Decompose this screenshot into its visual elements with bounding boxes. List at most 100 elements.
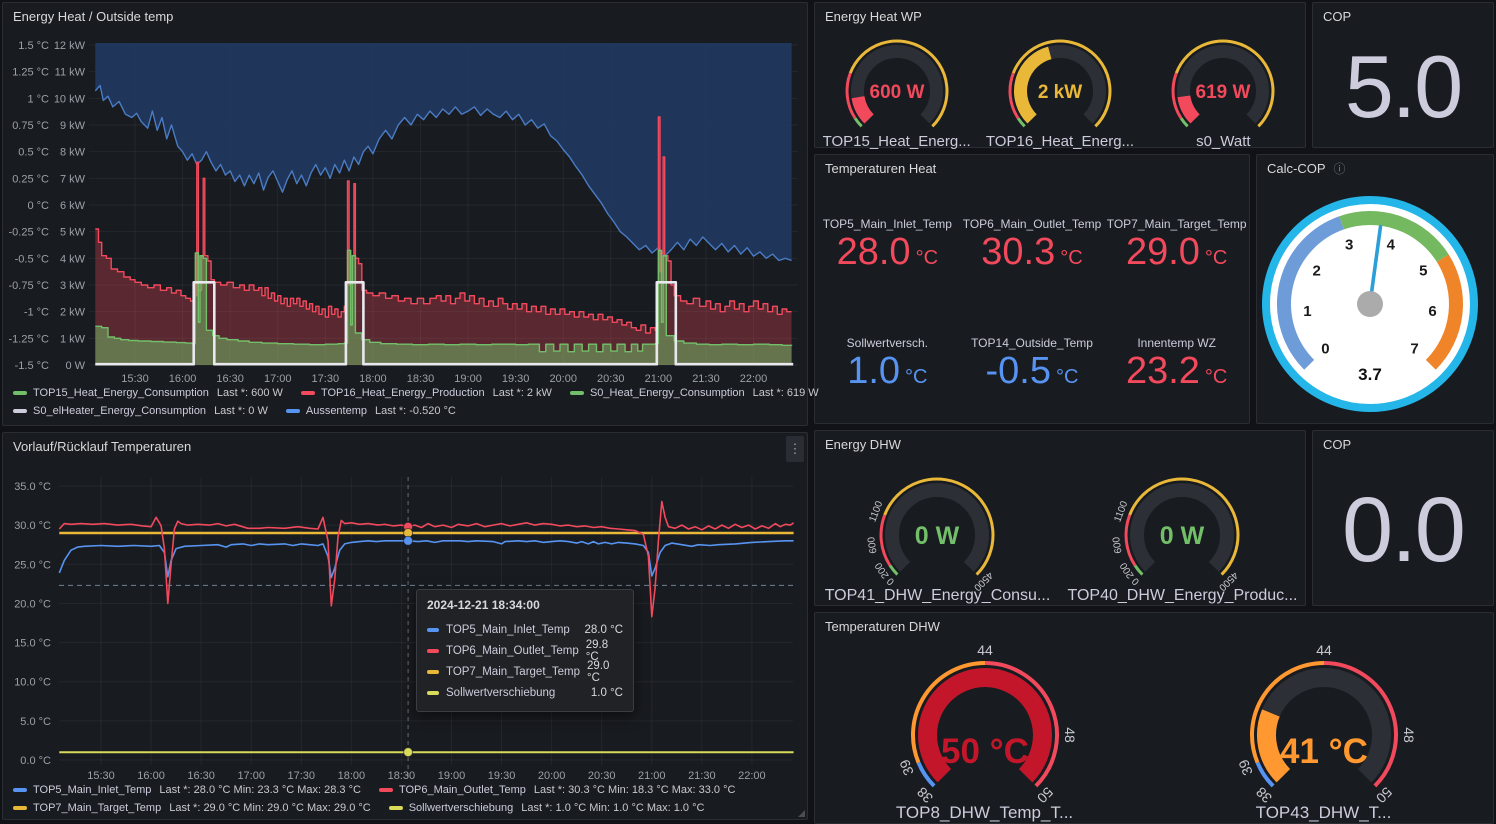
- info-icon[interactable]: ⓘ: [1334, 155, 1346, 183]
- svg-text:0 W: 0 W: [915, 522, 960, 550]
- svg-text:1 °C: 1 °C: [27, 93, 49, 105]
- panel-cop-top: COP 5.0: [1312, 2, 1494, 148]
- svg-text:3: 3: [1345, 237, 1353, 254]
- svg-text:20:30: 20:30: [588, 770, 616, 781]
- legend-swatch: [286, 409, 300, 413]
- legend-label: TOP6_Main_Outlet_Temp: [399, 784, 526, 796]
- legend-stats: Last *: 1.0 °C Min: 1.0 °C Max: 1.0 °C: [521, 802, 704, 814]
- svg-text:0.75 °C: 0.75 °C: [12, 120, 49, 132]
- legend-stats: Last *: 2 kW: [493, 387, 552, 399]
- legend-item[interactable]: TOP16_Heat_Energy_ProductionLast *: 2 kW: [301, 387, 552, 399]
- legend-swatch: [389, 806, 403, 810]
- panel-title[interactable]: COP: [1313, 3, 1351, 31]
- panel-energy-dhw: Energy DHW 0200600110045000 WTOP41_DHW_E…: [814, 430, 1306, 606]
- panel-resize-handle[interactable]: [798, 810, 805, 817]
- svg-text:16:30: 16:30: [187, 770, 215, 781]
- legend-swatch: [13, 806, 27, 810]
- svg-text:7 kW: 7 kW: [60, 173, 86, 185]
- svg-text:600: 600: [866, 536, 880, 555]
- legend-label: S0_elHeater_Energy_Consumption: [33, 405, 206, 417]
- panel-title[interactable]: Calc-COP: [1267, 161, 1326, 176]
- gauge-TOP40_DHW_Energy_Produc...: 0200600110045000 WTOP40_DHW_Energy_Produ…: [1067, 457, 1297, 605]
- cop-value: 0.0: [1313, 455, 1493, 605]
- panel-title[interactable]: Energy DHW: [815, 431, 901, 459]
- svg-text:21:30: 21:30: [688, 770, 716, 781]
- panel-energy-heat-outside-temp: Energy Heat / Outside temp 1.5 °C12 kW1.…: [2, 2, 808, 426]
- svg-text:-1 °C: -1 °C: [24, 307, 49, 319]
- gauge-s0_Watt: 619 Ws0_Watt: [1148, 29, 1298, 150]
- svg-text:3.7: 3.7: [1358, 365, 1382, 384]
- svg-text:-0.25 °C: -0.25 °C: [9, 227, 50, 239]
- gauge-label: TOP8_DHW_Temp_T...: [820, 803, 1150, 823]
- legend-item[interactable]: S0_elHeater_Energy_Consumption Last *: 0 …: [13, 405, 268, 417]
- tooltip-row: TOP5_Main_Inlet_Temp28.0 °C: [427, 619, 623, 640]
- legend-item[interactable]: Sollwertverschiebung Last *: 1.0 °C Min: …: [389, 802, 705, 814]
- svg-text:3 kW: 3 kW: [60, 280, 86, 292]
- svg-text:-0.75 °C: -0.75 °C: [9, 280, 50, 292]
- panel-title[interactable]: COP: [1313, 431, 1351, 459]
- legend-stats: Last *: 30.3 °C Min: 18.3 °C Max: 33.0 °…: [534, 784, 736, 796]
- svg-text:0 °C: 0 °C: [27, 200, 49, 212]
- svg-text:1: 1: [1303, 303, 1311, 320]
- svg-text:-1.5 °C: -1.5 °C: [15, 360, 49, 372]
- svg-text:19:00: 19:00: [438, 770, 466, 781]
- legend-label: Sollwertverschiebung: [409, 802, 514, 814]
- svg-text:17:30: 17:30: [288, 770, 316, 781]
- legend-label: TOP15_Heat_Energy_Consumption: [33, 387, 209, 399]
- svg-text:39: 39: [895, 757, 916, 778]
- legend-item[interactable]: TOP15_Heat_Energy_Consumption Last *: 600…: [13, 387, 283, 399]
- svg-text:15.0 °C: 15.0 °C: [14, 638, 51, 650]
- panel-title[interactable]: Temperaturen Heat: [815, 155, 936, 183]
- cop-value: 5.0: [1313, 27, 1493, 147]
- gauge-label: TOP40_DHW_Energy_Produc...: [1067, 587, 1297, 605]
- svg-text:1 kW: 1 kW: [60, 333, 86, 345]
- svg-text:10 kW: 10 kW: [54, 93, 86, 105]
- stat-TOP7_Main_Target_Temp: TOP7_Main_Target_Temp29.0°C: [1104, 217, 1249, 273]
- svg-text:44: 44: [977, 642, 993, 658]
- stat-TOP5_Main_Inlet_Temp: TOP5_Main_Inlet_Temp28.0°C: [815, 217, 960, 273]
- vorlauf-chart: 35.0 °C30.0 °C25.0 °C20.0 °C15.0 °C10.0 …: [3, 433, 807, 781]
- stat-Sollwertversch.: Sollwertversch.1.0°C: [815, 336, 960, 392]
- legend-stats: Last *: 619 W: [753, 387, 819, 399]
- legend-item[interactable]: AussentempLast *: -0.520 °C: [286, 405, 456, 417]
- svg-text:0: 0: [1321, 341, 1329, 358]
- gauge-TOP8_DHW_Temp_T...: 383944485050 °CTOP8_DHW_Temp_T...: [820, 639, 1150, 823]
- legend-stats: Last *: 600 W: [217, 387, 283, 399]
- svg-text:6: 6: [1428, 303, 1436, 320]
- gauge-label: TOP41_DHW_Energy_Consu...: [822, 587, 1052, 605]
- svg-text:22:00: 22:00: [738, 770, 766, 781]
- svg-text:0.25 °C: 0.25 °C: [12, 173, 49, 185]
- svg-text:0.5 °C: 0.5 °C: [18, 147, 49, 159]
- energy-heat-legend: TOP15_Heat_Energy_Consumption Last *: 600…: [13, 384, 819, 420]
- panel-vorlauf-ruecklauf: Vorlauf/Rücklauf Temperaturen ⋮ 35.0 °C3…: [2, 432, 808, 820]
- svg-text:25.0 °C: 25.0 °C: [14, 559, 51, 571]
- svg-text:0 W: 0 W: [65, 360, 85, 372]
- legend-label: TOP7_Main_Target_Temp: [33, 802, 161, 814]
- legend-stats: Last *: 29.0 °C Min: 29.0 °C Max: 29.0 °…: [169, 802, 371, 814]
- legend-swatch: [13, 391, 27, 395]
- legend-item[interactable]: TOP7_Main_Target_Temp Last *: 29.0 °C Min…: [13, 802, 371, 814]
- panel-title[interactable]: Energy Heat / Outside temp: [3, 3, 173, 31]
- svg-text:0 W: 0 W: [1160, 522, 1205, 550]
- svg-text:8 kW: 8 kW: [60, 147, 86, 159]
- legend-label: TOP5_Main_Inlet_Temp: [33, 784, 151, 796]
- gauge-TOP43_DHW_T...: 383944485041 °CTOP43_DHW_T...: [1159, 639, 1489, 823]
- panel-title[interactable]: Energy Heat WP: [815, 3, 922, 31]
- legend-item[interactable]: TOP5_Main_Inlet_TempLast *: 28.0 °C Min:…: [13, 784, 361, 796]
- svg-text:11 kW: 11 kW: [55, 67, 86, 79]
- legend-swatch: [570, 391, 584, 395]
- panel-cop-bottom: COP 0.0: [1312, 430, 1494, 606]
- legend-item[interactable]: S0_Heat_Energy_ConsumptionLast *: 619 W: [570, 387, 819, 399]
- svg-text:20.0 °C: 20.0 °C: [14, 598, 51, 610]
- legend-item[interactable]: TOP6_Main_Outlet_Temp Last *: 30.3 °C Min…: [379, 784, 736, 796]
- panel-title[interactable]: Vorlauf/Rücklauf Temperaturen: [3, 433, 191, 461]
- svg-text:9 kW: 9 kW: [60, 120, 86, 132]
- svg-text:44: 44: [1316, 642, 1332, 658]
- gauge-label: TOP43_DHW_T...: [1159, 803, 1489, 823]
- legend-stats: Last *: 0 W: [214, 405, 268, 417]
- panel-title[interactable]: Temperaturen DHW: [815, 613, 940, 641]
- panel-menu-icon[interactable]: ⋮: [786, 436, 804, 462]
- svg-text:5 kW: 5 kW: [60, 227, 86, 239]
- svg-text:0.0 °C: 0.0 °C: [20, 755, 51, 767]
- svg-text:1.5 °C: 1.5 °C: [18, 40, 49, 52]
